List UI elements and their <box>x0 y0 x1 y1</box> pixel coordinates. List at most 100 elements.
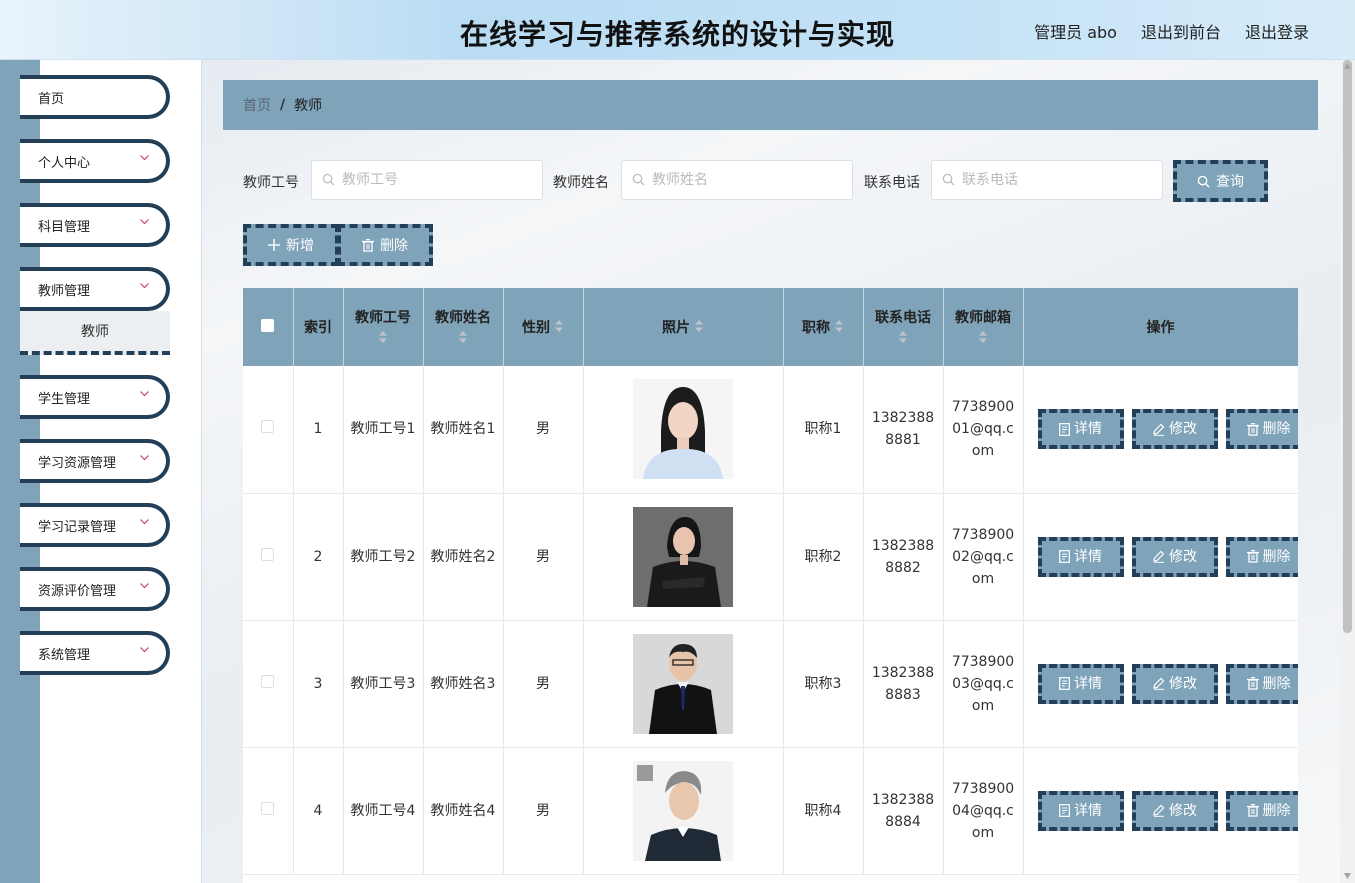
delete-button[interactable]: 删除 <box>1225 536 1298 577</box>
detail-button[interactable]: 详情 <box>1037 790 1124 831</box>
sidebar-item-6[interactable]: 学习记录管理 <box>20 503 170 547</box>
table-body: 1 教师工号1 教师姓名1 男职称1 13823888881 773890001@qq.c… <box>243 366 1298 875</box>
delete-button-label: 删除 <box>1262 675 1291 692</box>
sort-icon[interactable] <box>348 331 419 347</box>
column-header-4[interactable]: 照片 <box>583 288 784 366</box>
breadcrumb: 首页 / 教师 <box>223 80 1318 130</box>
sort-icon[interactable] <box>948 331 1019 347</box>
detail-button-label: 详情 <box>1074 421 1102 438</box>
batch-delete-button[interactable]: 删除 <box>337 224 433 266</box>
edit-button[interactable]: 修改 <box>1131 409 1218 450</box>
edit-button[interactable]: 修改 <box>1131 790 1218 831</box>
query-button[interactable]: 查询 <box>1173 160 1268 202</box>
teacher-photo[interactable] <box>633 506 733 607</box>
search-icon <box>632 173 646 187</box>
pencil-icon <box>1153 677 1165 690</box>
column-header-label: 操作 <box>1146 320 1175 336</box>
search-input-0[interactable] <box>342 172 532 188</box>
sort-icon[interactable] <box>694 320 704 336</box>
column-header-1[interactable]: 教师工号 <box>343 288 424 366</box>
sidebar-item-7[interactable]: 资源评价管理 <box>20 567 170 611</box>
photo-cell <box>583 493 784 621</box>
column-header-2[interactable]: 教师姓名 <box>423 288 504 366</box>
trash-icon <box>1246 550 1259 563</box>
trash-icon <box>1246 422 1259 436</box>
table-row: 4 教师工号4 教师姓名4 男 职称4 13823888884 773890004@qq.c… <box>243 747 1298 875</box>
sidebar-item-8[interactable]: 系统管理 <box>20 631 170 675</box>
row-checkbox[interactable] <box>261 674 275 688</box>
row-checkbox[interactable] <box>261 420 275 434</box>
column-header-label: 教师姓名 <box>435 310 491 326</box>
detail-button-label: 详情 <box>1074 548 1102 565</box>
column-header-7[interactable]: 教师邮箱 <box>943 288 1024 366</box>
sidebar-item-0[interactable]: 首页 <box>20 75 170 119</box>
detail-button[interactable]: 详情 <box>1037 536 1124 577</box>
sidebar-item-label: 学生管理 <box>38 391 91 407</box>
sidebar-item-4[interactable]: 学生管理 <box>20 375 170 419</box>
search-field-1[interactable] <box>621 160 853 200</box>
sidebar-item-3[interactable]: 教师管理 <box>20 267 170 311</box>
add-button[interactable]: 新增 <box>243 224 339 266</box>
sidebar-item-5[interactable]: 学习资源管理 <box>20 439 170 483</box>
teacher-name-cell: 教师姓名3 <box>423 620 504 748</box>
row-actions: 详情 修改 删除 <box>1030 536 1298 577</box>
sidebar-item-label: 资源评价管理 <box>38 583 117 599</box>
teacher-photo[interactable] <box>633 379 733 480</box>
search-input-1[interactable] <box>652 172 842 188</box>
sort-icon[interactable] <box>554 320 564 336</box>
edit-button[interactable]: 修改 <box>1131 663 1218 704</box>
table-row: 2 教师工号2 教师姓名2 男 职称2 13823888882 773890002@qq.c… <box>243 493 1298 621</box>
title-cell: 职称2 <box>783 493 864 621</box>
teacher-name-cell: 教师姓名4 <box>423 747 504 875</box>
gender-cell: 男 <box>503 747 584 875</box>
table-row: 1 教师工号1 教师姓名1 男 职称1 13823888881 773890001@qq.c… <box>243 366 1298 494</box>
teacher-photo[interactable] <box>633 760 733 861</box>
row-checkbox[interactable] <box>261 547 275 561</box>
sort-icon[interactable] <box>834 320 844 336</box>
delete-button[interactable]: 删除 <box>1225 409 1298 450</box>
row-checkbox[interactable] <box>261 801 275 815</box>
table-row: 3 教师工号3 教师姓名3 男 职称3 13823888883 773890003@qq.c… <box>243 620 1298 748</box>
search-field-0[interactable] <box>311 160 543 200</box>
sort-icon[interactable] <box>868 331 939 347</box>
top-header: 在线学习与推荐系统的设计与实现 管理员 abo 退出到前台 退出登录 <box>0 0 1355 60</box>
teacher-photo[interactable] <box>633 633 733 734</box>
edit-button-label: 修改 <box>1169 421 1197 438</box>
teacher-code-cell: 教师工号2 <box>343 493 424 621</box>
logout-link[interactable]: 退出登录 <box>1245 19 1309 43</box>
exit-to-front-link[interactable]: 退出到前台 <box>1141 19 1221 43</box>
sort-icon[interactable] <box>428 331 499 347</box>
breadcrumb-current: 教师 <box>294 98 323 114</box>
trash-icon <box>362 238 374 252</box>
batch-delete-label: 删除 <box>380 238 408 254</box>
breadcrumb-home[interactable]: 首页 <box>243 95 271 115</box>
photo-cell <box>583 620 784 748</box>
delete-button-label: 删除 <box>1262 802 1291 819</box>
column-header-5[interactable]: 职称 <box>783 288 864 366</box>
search-input-2[interactable] <box>962 172 1152 188</box>
delete-button[interactable]: 删除 <box>1225 790 1298 831</box>
column-header-6[interactable]: 联系电话 <box>863 288 944 366</box>
column-header-0[interactable]: 索引 <box>293 288 344 366</box>
photo-cell <box>583 366 784 494</box>
sidebar-subitem-teacher[interactable]: 教师 <box>20 311 170 355</box>
sidebar-item-1[interactable]: 个人中心 <box>20 139 170 183</box>
edit-button[interactable]: 修改 <box>1131 536 1218 577</box>
select-all-checkbox[interactable] <box>261 318 275 332</box>
actions-cell: 详情 修改 删除 <box>1023 366 1298 494</box>
column-header-label: 联系电话 <box>875 310 931 326</box>
scrollbar-thumb[interactable] <box>1343 60 1352 633</box>
phone-cell: 13823888882 <box>863 493 944 621</box>
document-icon <box>1059 550 1070 563</box>
scroll-up-icon[interactable] <box>1343 62 1352 70</box>
detail-button[interactable]: 详情 <box>1037 409 1124 450</box>
delete-button[interactable]: 删除 <box>1225 663 1298 704</box>
search-field-2[interactable] <box>931 160 1163 200</box>
sidebar-item-label: 学习资源管理 <box>38 455 117 471</box>
scroll-down-icon[interactable] <box>1343 872 1352 880</box>
column-header-3[interactable]: 性别 <box>503 288 584 366</box>
title-cell: 职称4 <box>783 747 864 875</box>
detail-button[interactable]: 详情 <box>1037 663 1124 704</box>
sidebar-item-2[interactable]: 科目管理 <box>20 203 170 247</box>
actions-cell: 详情 修改 删除 <box>1023 493 1298 621</box>
